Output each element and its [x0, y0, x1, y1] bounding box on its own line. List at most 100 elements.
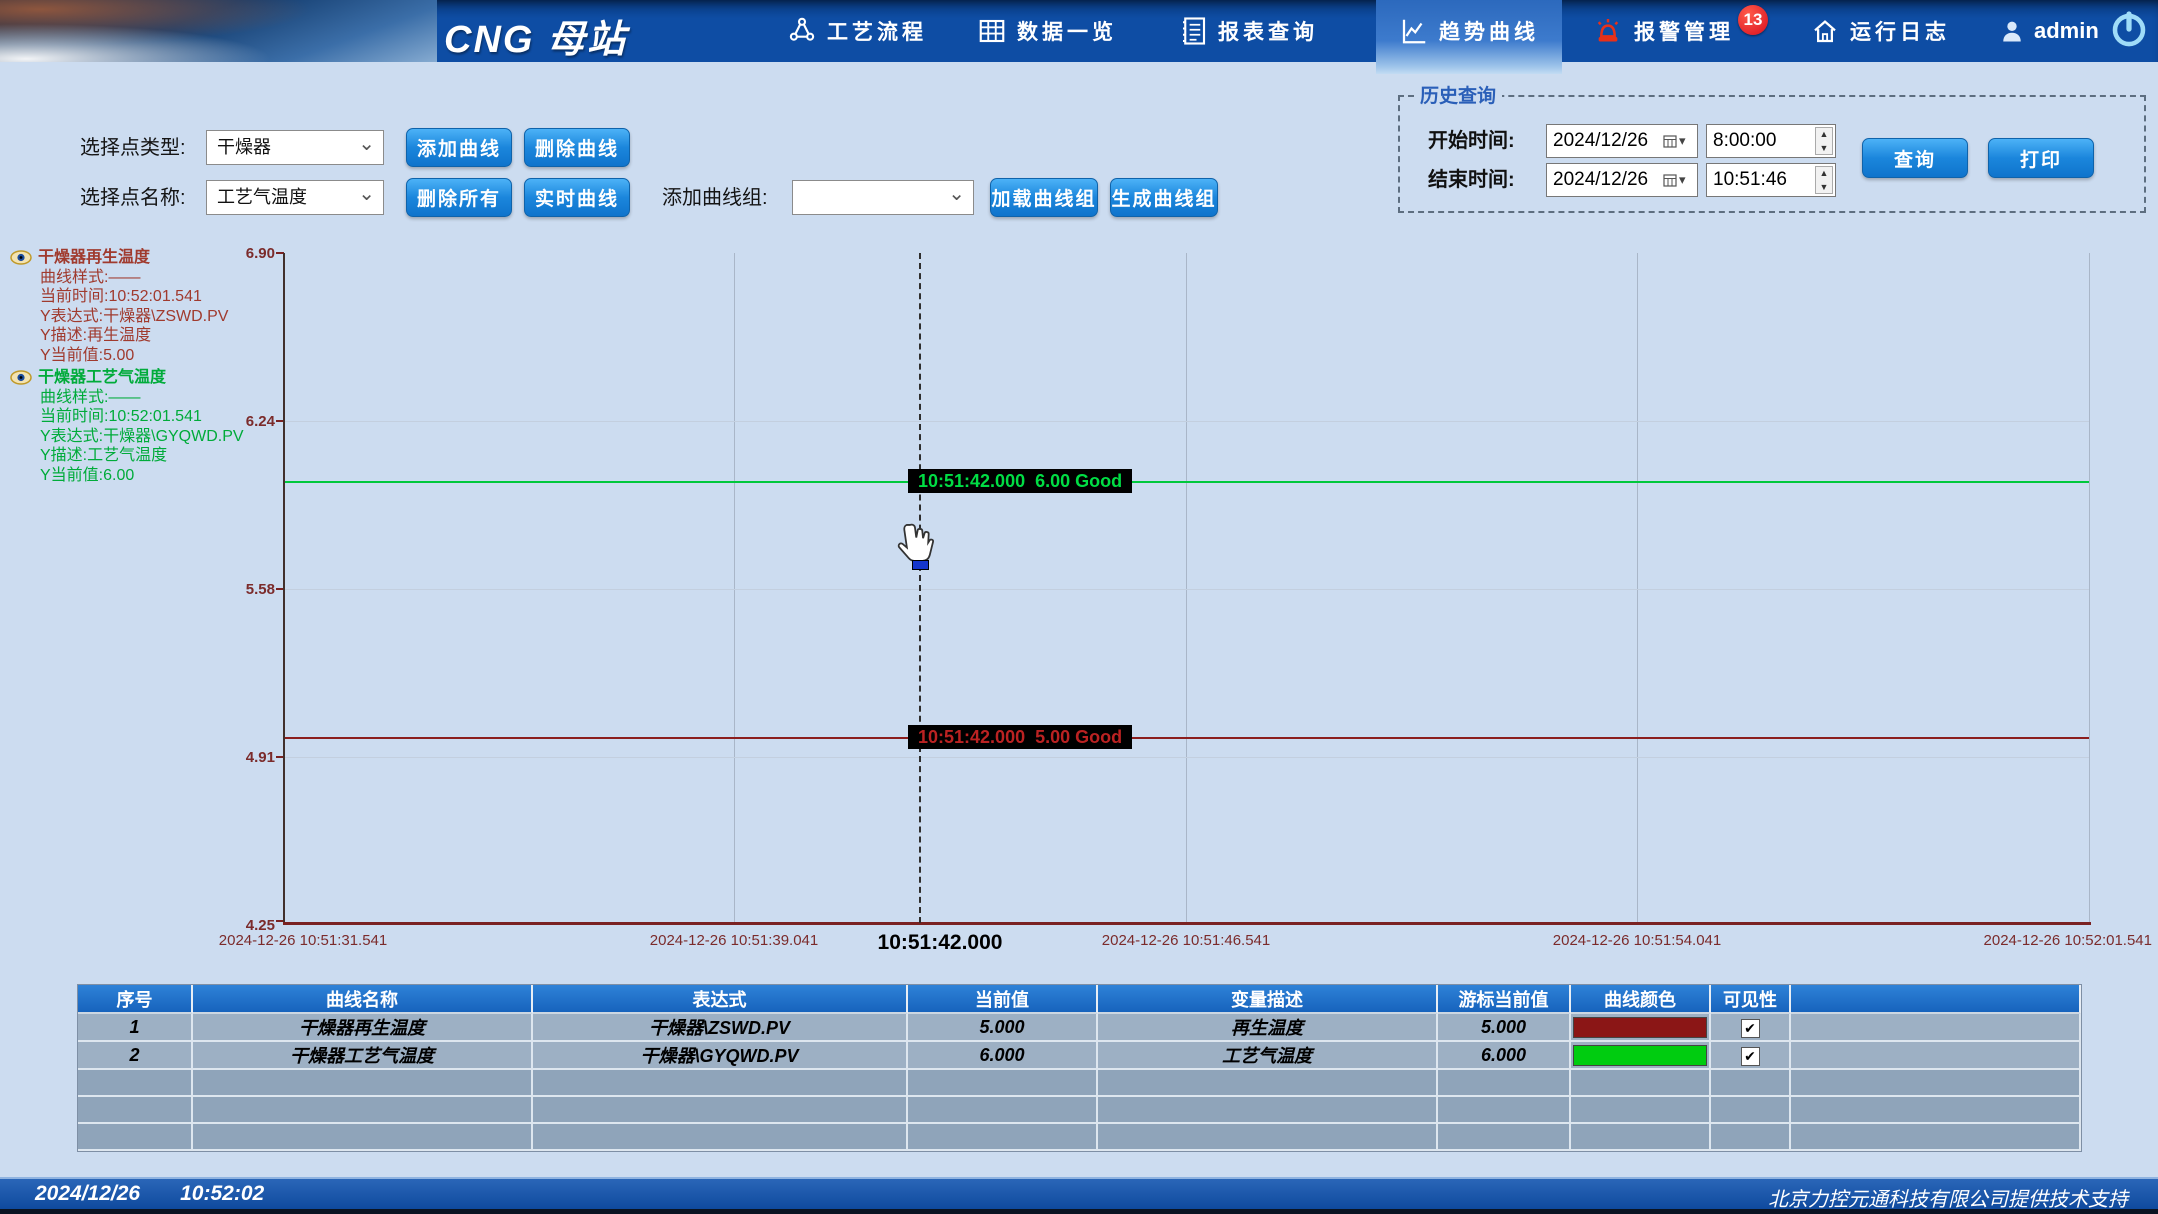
col-header-visibility: 可见性	[1711, 985, 1791, 1014]
curve-group-select[interactable]	[792, 180, 974, 215]
cursor-hotspot-marker	[912, 560, 929, 570]
visibility-checkbox[interactable]: ✔	[1741, 1019, 1760, 1038]
nav-item-report-query[interactable]: 报表查询	[1180, 0, 1318, 62]
cell-curve-color	[1571, 1014, 1711, 1042]
chart-cursor-line[interactable]	[919, 253, 921, 923]
table-row[interactable]: 2 干燥器工艺气温度 干燥器\GYQWD.PV 6.000 工艺气温度 6.00…	[78, 1042, 2081, 1070]
legend-title: 干燥器再生温度	[38, 248, 150, 268]
cell-expression: 干燥器\GYQWD.PV	[533, 1042, 908, 1070]
banner-image	[0, 0, 437, 62]
curve-data-table: 序号 曲线名称 表达式 当前值 变量描述 游标当前值 曲线颜色 可见性 1 干燥…	[78, 985, 2081, 1151]
table-row[interactable]: 1 干燥器再生温度 干燥器\ZSWD.PV 5.000 再生温度 5.000 ✔	[78, 1014, 2081, 1042]
eye-visibility-icon[interactable]	[10, 370, 32, 385]
vertical-gridline	[1186, 253, 1187, 923]
point-name-select[interactable]: 工艺气温度	[206, 180, 384, 215]
table-row-empty	[78, 1124, 2081, 1151]
cell-blank	[1791, 1014, 2081, 1042]
nav-label: 数据一览	[1017, 16, 1117, 46]
x-axis-tick-label: 2024-12-26 10:51:39.041	[650, 932, 818, 949]
nav-item-process-flow[interactable]: 工艺流程	[787, 0, 927, 62]
visibility-checkbox[interactable]: ✔	[1741, 1047, 1760, 1066]
cell-variable-desc: 再生温度	[1098, 1014, 1438, 1042]
nav-label: 报警管理	[1634, 16, 1734, 46]
status-time: 10:52:02	[180, 1182, 264, 1206]
cursor-tooltip-red: 10:51:42.000 5.00 Good	[908, 725, 1132, 749]
bottom-edge	[0, 1209, 2158, 1214]
curve-color-swatch	[1573, 1017, 1707, 1038]
table-row-empty	[78, 1097, 2081, 1124]
x-axis-tick-label: 2024-12-26 10:52:01.541	[1984, 932, 2152, 949]
col-header-expression: 表达式	[533, 985, 908, 1014]
col-header-curve-color: 曲线颜色	[1571, 985, 1711, 1014]
cell-blank	[1791, 1042, 2081, 1070]
horizontal-gridline	[285, 757, 2089, 758]
point-type-value: 干燥器	[217, 137, 271, 157]
username-label: admin	[2034, 18, 2099, 44]
query-button[interactable]: 查询	[1862, 138, 1968, 178]
power-button[interactable]	[2108, 8, 2150, 50]
calendar-icon[interactable]	[1663, 131, 1693, 151]
history-query-title: 历史查询	[1414, 81, 1502, 108]
alarm-icon	[1592, 15, 1624, 47]
cell-cursor-value: 5.000	[1438, 1014, 1571, 1042]
table-row-empty	[78, 1070, 2081, 1097]
y-axis-tick-label: 5.58	[205, 581, 275, 598]
start-date-field[interactable]: 2024/12/26	[1546, 124, 1698, 158]
series-line-process-gas-temp	[285, 481, 2089, 483]
legend-line: Y描述:工艺气温度	[40, 446, 244, 466]
horizontal-gridline	[285, 589, 2089, 590]
x-axis-tick-label: 2024-12-26 10:51:54.041	[1553, 932, 1721, 949]
y-axis-tick-label: 6.24	[205, 413, 275, 430]
legend-line: Y当前值:6.00	[40, 466, 244, 486]
time-spinner[interactable]: ▲▼	[1815, 166, 1833, 194]
cell-cursor-value: 6.000	[1438, 1042, 1571, 1070]
col-header-cursor-value: 游标当前值	[1438, 985, 1571, 1014]
status-bar: 2024/12/26 10:52:02 北京力控元通科技有限公司提供技术支持	[0, 1177, 2158, 1209]
report-icon	[1180, 16, 1208, 46]
vertical-gridline	[1637, 253, 1638, 923]
legend-title: 干燥器工艺气温度	[38, 368, 166, 388]
user-menu[interactable]: admin	[1998, 0, 2099, 62]
legend-line: Y表达式:干燥器\ZSWD.PV	[40, 307, 228, 327]
trend-icon	[1399, 16, 1429, 46]
add-curve-button[interactable]: 添加曲线	[406, 128, 512, 167]
delete-all-button[interactable]: 删除所有	[406, 178, 512, 217]
user-icon	[1998, 17, 2026, 45]
col-header-current-value: 当前值	[908, 985, 1098, 1014]
start-time-field[interactable]: 8:00:00 ▲▼	[1706, 124, 1836, 158]
load-curve-group-button[interactable]: 加载曲线组	[990, 178, 1098, 217]
legend-line: 曲线样式:——	[40, 388, 244, 408]
delete-curve-button[interactable]: 删除曲线	[524, 128, 630, 167]
point-type-select[interactable]: 干燥器	[206, 130, 384, 165]
time-spinner[interactable]: ▲▼	[1815, 127, 1833, 155]
nav-item-data-overview[interactable]: 数据一览	[977, 0, 1117, 62]
nav-item-trend-curve-active[interactable]: 趋势曲线	[1376, 0, 1562, 74]
legend-line: 曲线样式:——	[40, 268, 228, 288]
nav-item-run-log[interactable]: 运行日志	[1810, 0, 1950, 62]
legend-line: Y当前值:5.00	[40, 346, 228, 366]
realtime-curve-button[interactable]: 实时曲线	[524, 178, 630, 217]
end-time-field[interactable]: 10:51:46 ▲▼	[1706, 163, 1836, 197]
data-table-icon	[977, 16, 1007, 46]
eye-visibility-icon[interactable]	[10, 250, 32, 265]
nav-item-alarm-management[interactable]: 报警管理	[1592, 0, 1734, 62]
vertical-gridline	[2089, 253, 2090, 923]
alarm-count-badge: 13	[1738, 5, 1768, 35]
curve-color-swatch	[1573, 1045, 1707, 1066]
cell-index: 1	[78, 1014, 193, 1042]
print-button[interactable]: 打印	[1988, 138, 2094, 178]
horizontal-gridline	[285, 421, 2089, 422]
vertical-gridline	[734, 253, 735, 923]
cell-visibility: ✔	[1711, 1042, 1791, 1070]
end-date-field[interactable]: 2024/12/26	[1546, 163, 1698, 197]
x-axis-tick-label: 2024-12-26 10:51:46.541	[1102, 932, 1270, 949]
x-axis-line	[283, 922, 2091, 925]
cell-variable-desc: 工艺气温度	[1098, 1042, 1438, 1070]
app-logo: CNG 母站	[444, 8, 627, 63]
col-header-index: 序号	[78, 985, 193, 1014]
calendar-icon[interactable]	[1663, 170, 1693, 190]
generate-curve-group-button[interactable]: 生成曲线组	[1110, 178, 1218, 217]
top-nav-bar: CNG 母站 工艺流程 数据一览 报表查询	[0, 0, 2158, 62]
point-name-label: 选择点名称:	[80, 180, 186, 216]
legend-group-regeneration-temp: 干燥器再生温度 曲线样式:—— 当前时间:10:52:01.541 Y表达式:干…	[10, 248, 228, 365]
